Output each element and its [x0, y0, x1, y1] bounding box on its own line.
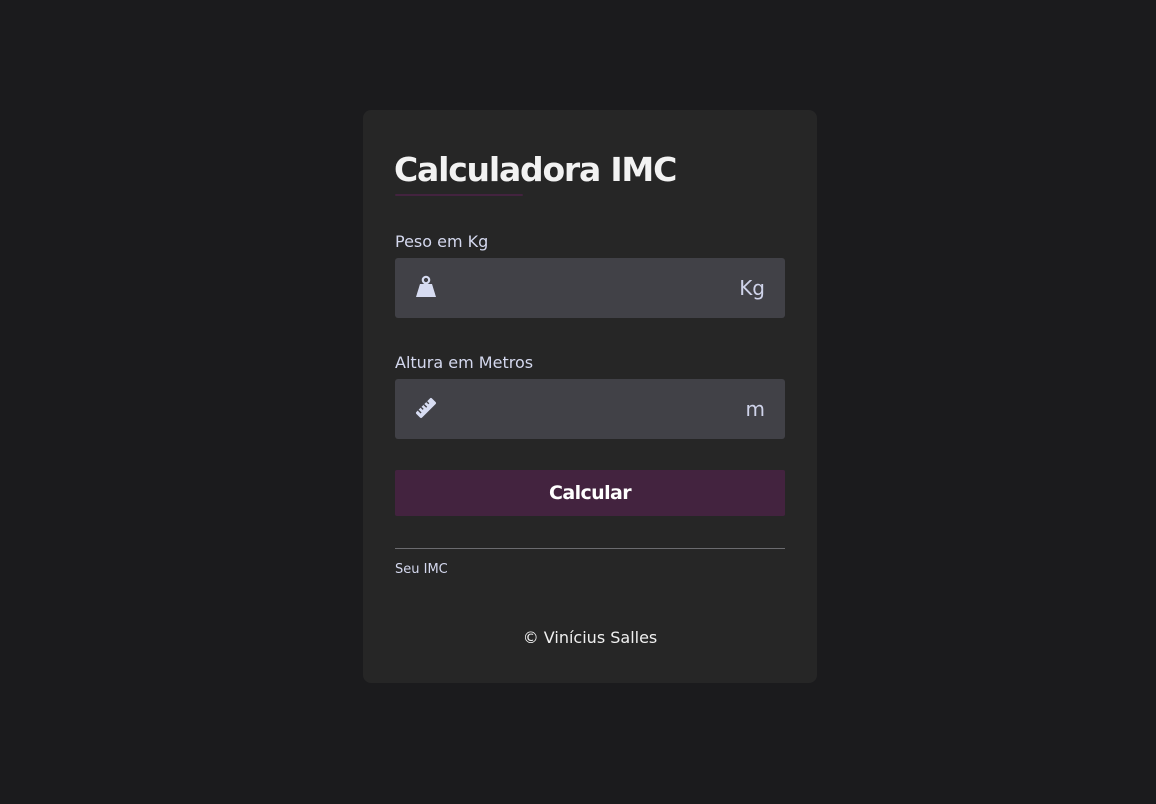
weight-input[interactable] — [449, 258, 709, 318]
ruler-icon — [415, 396, 437, 420]
weight-icon — [415, 275, 437, 299]
calculator-card: Calculadora IMC Peso em Kg Kg Altura em … — [363, 110, 817, 683]
weight-unit: Kg — [739, 276, 765, 300]
height-field[interactable]: m — [395, 379, 785, 439]
divider — [395, 548, 785, 549]
page-title: Calculadora IMC — [394, 150, 677, 189]
result-label: Seu IMC — [395, 562, 448, 577]
title-underline — [395, 194, 523, 196]
weight-field[interactable]: Kg — [395, 258, 785, 318]
height-label: Altura em Metros — [395, 353, 534, 372]
height-unit: m — [745, 397, 765, 421]
footer-credit: © Vinícius Salles — [522, 628, 658, 647]
calculate-button[interactable]: Calcular — [395, 470, 785, 516]
height-input[interactable] — [449, 379, 709, 439]
weight-label: Peso em Kg — [395, 232, 489, 251]
